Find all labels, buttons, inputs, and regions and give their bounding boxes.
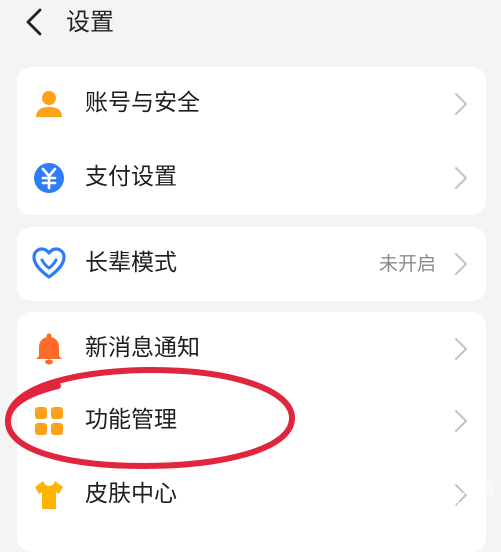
- settings-item-feature-management[interactable]: 功能管理: [17, 384, 486, 458]
- bell-icon: [36, 333, 62, 365]
- settings-item-label: 功能管理: [85, 407, 177, 433]
- settings-card-general: 新消息通知 功能管理 皮肤中心: [17, 312, 486, 552]
- settings-item-notifications[interactable]: 新消息通知: [17, 312, 486, 386]
- heart-hands-icon: [32, 247, 66, 279]
- chevron-right-icon: [455, 484, 467, 506]
- yuan-circle-icon: [34, 163, 64, 193]
- elder-mode-status: 未开启: [378, 253, 436, 275]
- settings-item-label: 皮肤中心: [85, 481, 177, 507]
- settings-card-elder-mode: 长辈模式 未开启: [17, 227, 486, 301]
- chevron-right-icon: [455, 167, 467, 189]
- settings-item-label: 账号与安全: [85, 90, 200, 116]
- settings-item-skin-center[interactable]: 皮肤中心: [17, 458, 486, 532]
- settings-item-label: 长辈模式: [85, 250, 177, 276]
- settings-item-label: 支付设置: [85, 164, 177, 190]
- settings-item-label: 新消息通知: [85, 335, 200, 361]
- chevron-right-icon: [455, 410, 467, 432]
- tshirt-icon: [35, 481, 63, 509]
- page-title: 设置: [66, 8, 114, 36]
- settings-item-payment[interactable]: 支付设置: [17, 141, 486, 215]
- header-bar: 设置: [0, 0, 501, 50]
- chevron-right-icon: [455, 338, 467, 360]
- person-icon: [36, 91, 62, 117]
- settings-card-account: 账号与安全 支付设置: [17, 67, 486, 215]
- chevron-right-icon: [455, 93, 467, 115]
- settings-item-elder-mode[interactable]: 长辈模式 未开启: [17, 227, 486, 301]
- grid-apps-icon: [35, 407, 63, 435]
- settings-item-account-security[interactable]: 账号与安全: [17, 67, 486, 141]
- chevron-right-icon: [455, 253, 467, 275]
- chevron-left-icon[interactable]: [18, 4, 54, 40]
